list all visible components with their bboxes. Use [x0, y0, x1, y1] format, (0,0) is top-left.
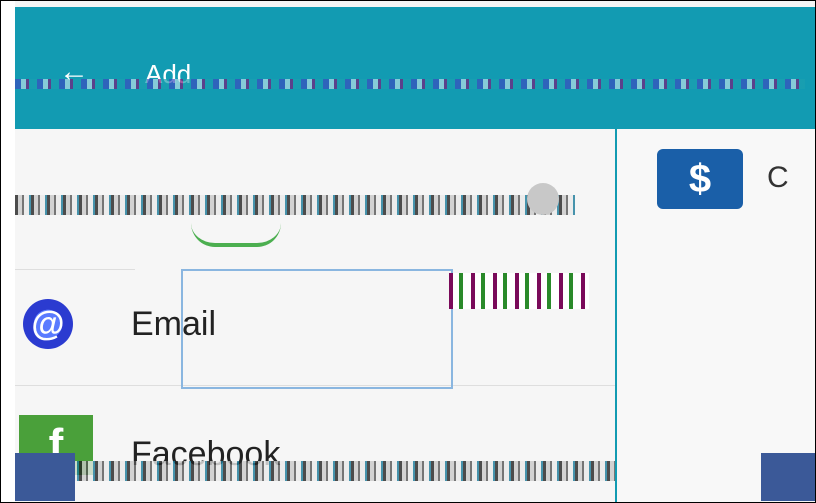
- artifact-strip: [15, 195, 575, 215]
- account-icon[interactable]: $: [657, 149, 743, 209]
- facebook-icon: [15, 453, 75, 501]
- right-panel: $ C: [615, 129, 815, 502]
- artifact-strip: [15, 461, 615, 481]
- progress-arc: [191, 223, 281, 247]
- screen-frame: ← Add @ Email f Facebook $ C: [0, 0, 816, 503]
- list-item-facebook[interactable]: f Facebook: [15, 385, 615, 502]
- app-bar: ← Add: [15, 7, 815, 129]
- right-panel-label: C: [767, 161, 789, 194]
- facebook-icon: [761, 453, 815, 501]
- app-bar-artifact-strip: [15, 79, 805, 89]
- radio-button[interactable]: [527, 183, 559, 215]
- email-icon: @: [23, 299, 73, 349]
- left-edge: [1, 1, 15, 502]
- focus-highlight: [181, 269, 453, 389]
- artifact-bars: [449, 273, 589, 309]
